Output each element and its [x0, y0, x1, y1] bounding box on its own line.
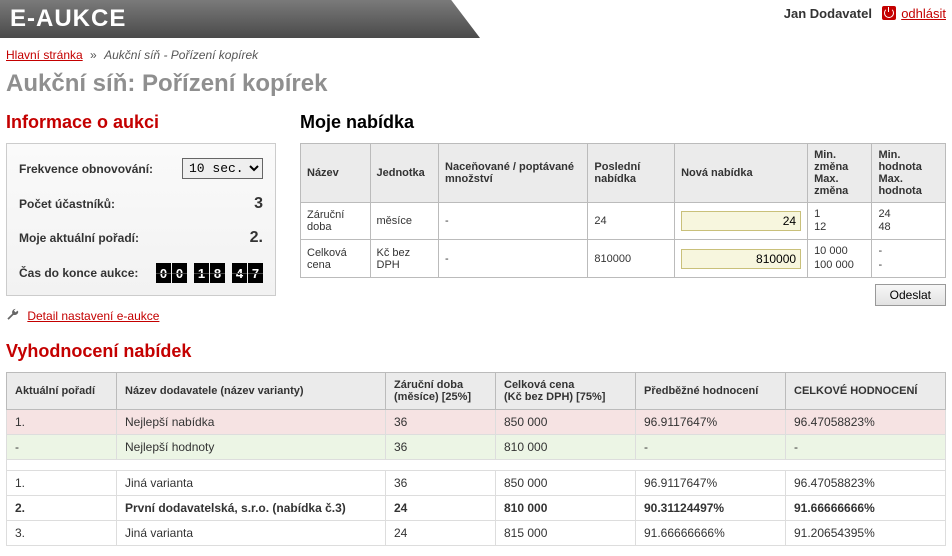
- eval-cell-warranty: 36: [386, 435, 496, 460]
- eval-col-supplier: Název dodavatele (název varianty): [117, 373, 386, 410]
- rank-label: Moje aktuální pořadí:: [19, 231, 139, 245]
- eval-cell-rank: 1.: [7, 471, 117, 496]
- eval-cell-supplier: Nejlepší nabídka: [117, 410, 386, 435]
- refresh-label: Frekvence obnovování:: [19, 162, 153, 176]
- eval-cell-warranty: 36: [386, 471, 496, 496]
- eval-cell-pre: 96.9117647%: [636, 410, 786, 435]
- eval-cell-total: -: [786, 435, 946, 460]
- col-qty: Naceňované / poptávané množství: [439, 144, 588, 203]
- breadcrumb: Hlavní stránka » Aukční síň - Pořízení k…: [0, 38, 952, 66]
- breadcrumb-sep: »: [90, 48, 97, 62]
- time-label: Čas do konce aukce:: [19, 266, 138, 280]
- col-name: Název: [301, 144, 371, 203]
- eval-cell-total: 96.47058823%: [786, 471, 946, 496]
- eval-cell-warranty: 24: [386, 496, 496, 521]
- eval-cell-supplier: Jiná varianta: [117, 521, 386, 546]
- eval-cell-total: 96.47058823%: [786, 410, 946, 435]
- eval-cell-pre: -: [636, 435, 786, 460]
- offer-cell-change: 112: [808, 203, 872, 240]
- offer-table: Název Jednotka Naceňované / poptávané mn…: [300, 143, 946, 278]
- eval-cell-rank: 1.: [7, 410, 117, 435]
- eval-cell-total: 91.66666666%: [786, 496, 946, 521]
- offer-cell-name: Záruční doba: [301, 203, 371, 240]
- eval-col-total: CELKOVÉ HODNOCENÍ: [786, 373, 946, 410]
- offer-input[interactable]: [681, 211, 801, 231]
- countdown: 00 18 47: [156, 263, 263, 283]
- eval-cell-price: 810 000: [496, 435, 636, 460]
- detail-link-row: Detail nastavení e-aukce: [6, 308, 276, 323]
- eval-cell-warranty: 36: [386, 410, 496, 435]
- offer-cell-value: --: [872, 240, 946, 277]
- info-panel: Frekvence obnovování: 10 sec. Počet účas…: [6, 143, 276, 296]
- eval-col-price: Celková cena(Kč bez DPH) [75%]: [496, 373, 636, 410]
- offer-cell-new: [675, 240, 808, 277]
- offer-cell-new: [675, 203, 808, 240]
- eval-table: Aktuální pořadí Název dodavatele (název …: [6, 372, 946, 546]
- participants-label: Počet účastníků:: [19, 197, 115, 211]
- offer-cell-last: 24: [588, 203, 675, 240]
- eval-row: 1.Jiná varianta36850 00096.9117647%96.47…: [7, 471, 946, 496]
- eval-cell-price: 850 000: [496, 471, 636, 496]
- eval-row: 2.První dodavatelská, s.r.o. (nabídka č.…: [7, 496, 946, 521]
- col-last: Poslední nabídka: [588, 144, 675, 203]
- eval-col-rank: Aktuální pořadí: [7, 373, 117, 410]
- col-new: Nová nabídka: [675, 144, 808, 203]
- col-unit: Jednotka: [370, 144, 439, 203]
- eval-cell-price: 815 000: [496, 521, 636, 546]
- breadcrumb-home[interactable]: Hlavní stránka: [6, 48, 83, 62]
- eval-cell-total: 91.20654395%: [786, 521, 946, 546]
- breadcrumb-tail: Aukční síň - Pořízení kopírek: [104, 48, 258, 62]
- offer-cell-name: Celková cena: [301, 240, 371, 277]
- eval-row: -Nejlepší hodnoty36810 000--: [7, 435, 946, 460]
- eval-cell-price: 850 000: [496, 410, 636, 435]
- col-change: Min. změnaMax. změna: [808, 144, 872, 203]
- eval-cell-rank: 3.: [7, 521, 117, 546]
- eval-cell-supplier: Jiná varianta: [117, 471, 386, 496]
- submit-button[interactable]: Odeslat: [875, 284, 946, 306]
- eval-row: 1.Nejlepší nabídka36850 00096.9117647%96…: [7, 410, 946, 435]
- eval-cell-pre: 91.66666666%: [636, 521, 786, 546]
- detail-settings-link[interactable]: Detail nastavení e-aukce: [27, 309, 159, 323]
- top-bar: E-AUKCE Jan Dodavatel odhlásit: [0, 0, 952, 38]
- eval-cell-supplier: První dodavatelská, s.r.o. (nabídka č.3): [117, 496, 386, 521]
- eval-cell-pre: 96.9117647%: [636, 471, 786, 496]
- brand-wrap: E-AUKCE: [0, 0, 480, 38]
- eval-title: Vyhodnocení nabídek: [6, 341, 946, 362]
- eval-cell-supplier: Nejlepší hodnoty: [117, 435, 386, 460]
- offer-title: Moje nabídka: [300, 112, 946, 133]
- eval-cell-rank: 2.: [7, 496, 117, 521]
- eval-cell-rank: -: [7, 435, 117, 460]
- offer-row: Celková cenaKč bez DPH-810000 10 000100 0…: [301, 240, 946, 277]
- refresh-select[interactable]: 10 sec.: [182, 158, 263, 179]
- offer-cell-change: 10 000100 000: [808, 240, 872, 277]
- eval-cell-pre: 90.31124497%: [636, 496, 786, 521]
- offer-cell-value: 2448: [872, 203, 946, 240]
- wrench-icon: [6, 308, 20, 322]
- user-name: Jan Dodavatel: [784, 6, 872, 21]
- eval-cell-warranty: 24: [386, 521, 496, 546]
- offer-cell-qty: -: [439, 240, 588, 277]
- power-icon: [882, 6, 896, 20]
- eval-col-pre: Předběžné hodnocení: [636, 373, 786, 410]
- eval-col-warranty: Záruční doba(měsíce) [25%]: [386, 373, 496, 410]
- offer-input[interactable]: [681, 249, 801, 269]
- user-zone: Jan Dodavatel odhlásit: [784, 6, 946, 21]
- brand: E-AUKCE: [10, 5, 126, 33]
- offer-cell-last: 810000: [588, 240, 675, 277]
- offer-row: Záruční dobaměsíce-24 1122448: [301, 203, 946, 240]
- offer-cell-qty: -: [439, 203, 588, 240]
- offer-cell-unit: Kč bez DPH: [370, 240, 439, 277]
- eval-cell-price: 810 000: [496, 496, 636, 521]
- logout-link[interactable]: odhlásit: [901, 6, 946, 21]
- rank-value: 2.: [250, 229, 263, 247]
- eval-row: 3.Jiná varianta24815 00091.66666666%91.2…: [7, 521, 946, 546]
- page-title: Aukční síň: Pořízení kopírek: [0, 66, 952, 112]
- info-title: Informace o aukci: [6, 112, 276, 133]
- offer-cell-unit: měsíce: [370, 203, 439, 240]
- participants-value: 3: [254, 195, 263, 213]
- col-value: Min. hodnotaMax. hodnota: [872, 144, 946, 203]
